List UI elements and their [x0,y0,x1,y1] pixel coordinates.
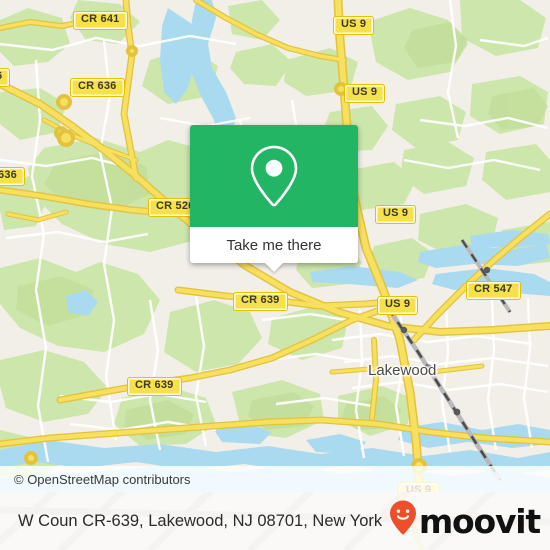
moovit-wordmark: moovit [418,501,541,541]
location-popup-card[interactable]: Take me there [190,125,358,272]
osm-attribution-text[interactable]: © OpenStreetMap contributors [14,472,191,487]
popup-header [190,125,358,227]
moovit-brand[interactable]: moovit [388,499,541,544]
take-me-there-button[interactable]: Take me there [226,237,321,254]
popup-footer[interactable]: Take me there [190,227,358,272]
road-shield-cr547[interactable]: CR 547 [466,281,521,300]
road-shield-us9-n[interactable]: US 9 [333,16,375,35]
road-shield-cr636-clipped-w[interactable]: 6 [0,68,11,87]
map-attribution-bar: © OpenStreetMap contributors [0,466,550,492]
road-shield-us9-s[interactable]: US 9 [377,296,419,315]
road-shield-cr636[interactable]: CR 636 [70,78,125,97]
footer-address-text: W Coun CR-639, Lakewood, NJ 08701, New Y… [18,511,386,530]
footer-bar: W Coun CR-639, Lakewood, NJ 08701, New Y… [0,492,550,550]
city-label-lakewood: Lakewood [368,362,437,379]
road-shield-cr639-mid[interactable]: CR 639 [233,292,288,311]
road-shield-636-clipped-sw[interactable]: 636 [0,167,25,186]
moovit-pin-smiley-icon [388,499,418,544]
road-shield-us9-mid[interactable]: US 9 [375,205,417,224]
road-shield-cr641[interactable]: CR 641 [73,11,128,30]
map-pin-icon [247,144,301,208]
popup-tail-pointer [265,263,283,272]
map-screenshot: CR 641 US 9 CR 636 6 US 9 636 CR 526 US … [0,0,550,550]
road-shield-us9-n2[interactable]: US 9 [344,84,386,103]
road-shield-cr639-sw[interactable]: CR 639 [127,377,182,396]
